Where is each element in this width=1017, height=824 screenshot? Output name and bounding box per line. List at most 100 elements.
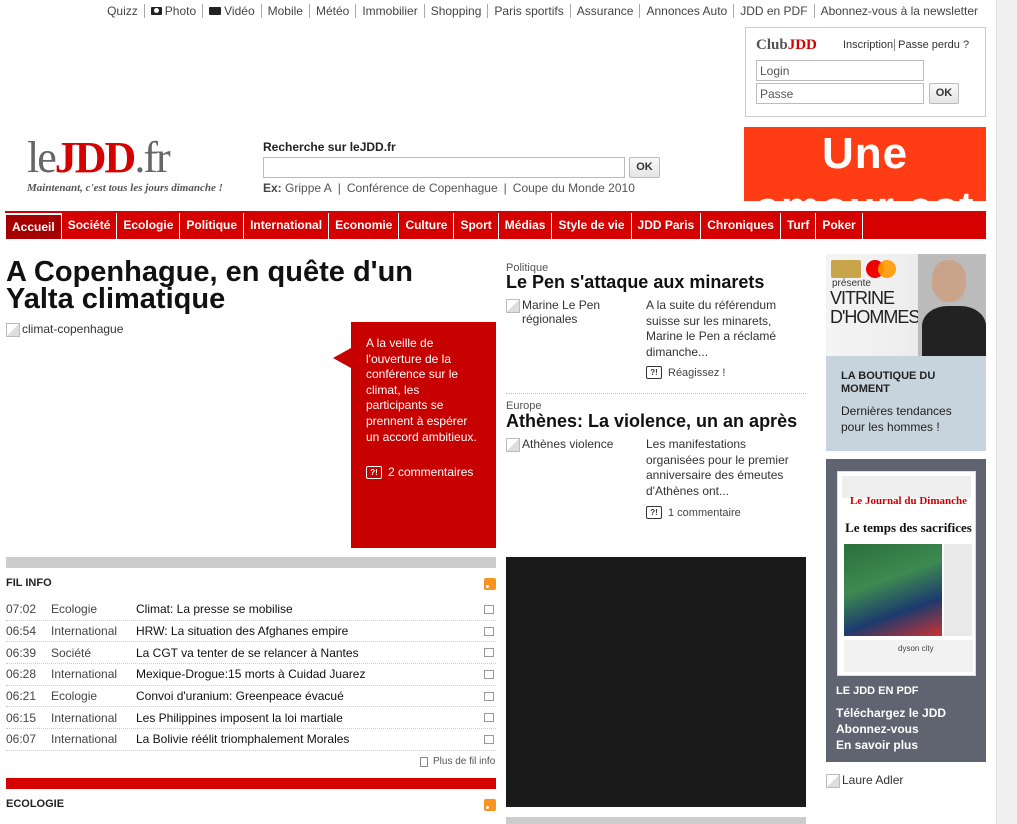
cover-photo bbox=[844, 544, 942, 636]
toplink-video[interactable]: Vidéo bbox=[202, 4, 260, 18]
toplink-photo[interactable]: Photo bbox=[143, 4, 202, 18]
ad-line-2: amour est bbox=[744, 181, 986, 201]
nav-tab-jdd-paris[interactable]: JDD Paris bbox=[632, 213, 702, 239]
nav-tab-ecologie[interactable]: Ecologie bbox=[117, 213, 181, 239]
top-banner-ad[interactable]: Une amour est bbox=[744, 127, 986, 201]
ecologie-title: ECOLOGIE bbox=[6, 798, 65, 810]
camera-icon bbox=[150, 7, 162, 15]
search-example-grippe[interactable]: Grippe A bbox=[285, 181, 332, 195]
toplink-jdd-pdf[interactable]: JDD en PDF bbox=[733, 4, 813, 18]
nav-tab-economie[interactable]: Economie bbox=[329, 213, 400, 239]
passe-perdu-link[interactable]: Passe perdu ? bbox=[894, 39, 970, 51]
story3-comment-link[interactable]: ?! 1 commentaire bbox=[646, 506, 741, 519]
search-example-copenhague[interactable]: Conférence de Copenhague bbox=[347, 181, 498, 195]
laure-adler-image[interactable]: Laure Adler bbox=[826, 773, 903, 788]
toplink-immobilier[interactable]: Immobilier bbox=[355, 4, 423, 18]
story3-comment-label: 1 commentaire bbox=[668, 506, 741, 519]
popup-icon bbox=[484, 734, 494, 744]
toplink-newsletter[interactable]: Abonnez-vous à la newsletter bbox=[813, 4, 984, 18]
nav-tab-medias[interactable]: Médias bbox=[499, 213, 553, 239]
vertical-scrollbar[interactable] bbox=[996, 0, 1017, 824]
club-logo-prefix: Club bbox=[756, 37, 788, 53]
broken-image-icon bbox=[826, 774, 840, 788]
list-item[interactable]: 06:07 International La Bolivie réélit trio… bbox=[6, 729, 496, 751]
fil-headline: La CGT va tenter de se relancer à Nantes bbox=[136, 645, 359, 660]
main-story-image[interactable]: climat-copenhague bbox=[6, 322, 123, 337]
popup-icon bbox=[484, 604, 494, 614]
story3-image-alt: Athènes violence bbox=[522, 437, 614, 451]
login-ok-button[interactable]: OK bbox=[929, 83, 959, 104]
toplink-mobile[interactable]: Mobile bbox=[260, 4, 309, 18]
toplink-quizz[interactable]: Quizz bbox=[101, 4, 144, 18]
section-divider bbox=[6, 557, 496, 568]
main-story-comments-link[interactable]: ?! 2 commentaires bbox=[366, 465, 480, 481]
pdf-more-link[interactable]: En savoir plus bbox=[836, 737, 946, 753]
main-story-summary: A la veille de l'ouverture de la confére… bbox=[366, 336, 477, 444]
story2-comment-link[interactable]: ?! Réagissez ! bbox=[646, 366, 725, 379]
password-field[interactable]: Passe bbox=[756, 83, 924, 104]
broken-image-icon bbox=[506, 438, 520, 452]
inscription-link[interactable]: Inscription bbox=[843, 39, 893, 51]
rss-icon[interactable] bbox=[484, 799, 496, 811]
search-ex-label: Ex: bbox=[263, 181, 282, 195]
logo-brand: JDD bbox=[54, 133, 137, 182]
search-examples: Ex: Grippe A | Conférence de Copenhague | Co… bbox=[263, 181, 635, 195]
popup-icon bbox=[484, 648, 494, 658]
site-slogan: Maintenant, c'est tous les jours dimanch… bbox=[27, 182, 223, 194]
story3-image[interactable]: Athènes violence bbox=[506, 437, 636, 452]
broken-image-icon bbox=[506, 299, 520, 313]
section-divider-red bbox=[6, 778, 496, 789]
list-item[interactable]: 06:15 International Les Philippines impose… bbox=[6, 707, 496, 730]
fil-category: Société bbox=[51, 645, 92, 660]
toplink-meteo[interactable]: Météo bbox=[308, 4, 355, 18]
plus-fil-info-link[interactable]: Plus de fil info bbox=[420, 756, 495, 767]
nav-tab-turf[interactable]: Turf bbox=[781, 213, 817, 239]
main-nav: Accueil Société Ecologie Politique Inter… bbox=[5, 211, 986, 239]
nav-tab-style-de-vie[interactable]: Style de vie bbox=[552, 213, 632, 239]
list-item[interactable]: 06:28 International Mexique-Drogue:15 mort… bbox=[6, 664, 496, 686]
main-story-headline[interactable]: A Copenhague, en quête d'un Yalta climat… bbox=[6, 258, 486, 314]
nav-tab-international[interactable]: International bbox=[244, 213, 330, 239]
boutique-desc: Dernières tendances pour les hommes ! bbox=[841, 404, 952, 434]
vitrine-hommes-ad[interactable]: présente VITRINE D'HOMMES bbox=[826, 254, 986, 356]
toplink-paris-sportifs[interactable]: Paris sportifs bbox=[487, 4, 569, 18]
nav-tab-politique[interactable]: Politique bbox=[180, 213, 245, 239]
nav-tab-accueil[interactable]: Accueil bbox=[5, 213, 62, 239]
nav-tab-poker[interactable]: Poker bbox=[816, 213, 863, 239]
story2-title[interactable]: Le Pen s'attaque aux minarets bbox=[506, 272, 764, 293]
video-player[interactable] bbox=[506, 557, 806, 807]
pdf-title: LE JDD EN PDF bbox=[836, 685, 919, 697]
jdd-cover-image[interactable]: Le Journal du Dimanche Le temps des sacr… bbox=[837, 471, 976, 676]
plus-fil-info-label: Plus de fil info bbox=[433, 756, 496, 767]
list-item[interactable]: 07:02 Ecologie Climat: La presse se mobili… bbox=[6, 599, 496, 621]
main-story-comments-label: 2 commentaires bbox=[388, 465, 474, 480]
broken-image-icon bbox=[6, 323, 20, 337]
nav-tab-chroniques[interactable]: Chroniques bbox=[701, 213, 781, 239]
toplink-annonces-auto[interactable]: Annonces Auto bbox=[639, 4, 733, 18]
fil-time: 07:02 bbox=[6, 602, 37, 617]
list-item[interactable]: 06:39 Société La CGT va tenter de se relan… bbox=[6, 642, 496, 665]
story2-image[interactable]: Marine Le Pen régionales bbox=[506, 298, 636, 326]
pdf-download-link[interactable]: Téléchargez le JDD bbox=[836, 705, 946, 721]
toplink-shopping[interactable]: Shopping bbox=[423, 4, 488, 18]
search-example-coupe[interactable]: Coupe du Monde 2010 bbox=[513, 181, 635, 195]
nav-tab-culture[interactable]: Culture bbox=[399, 213, 455, 239]
boutique-box[interactable]: LA BOUTIQUE DU MOMENT Dernières tendance… bbox=[826, 356, 986, 451]
toplink-video-label: Vidéo bbox=[224, 4, 255, 18]
toplink-photo-label: Photo bbox=[164, 4, 197, 18]
toplink-assurance[interactable]: Assurance bbox=[569, 4, 640, 18]
login-field[interactable]: Login bbox=[756, 60, 924, 81]
page-icon bbox=[420, 756, 428, 767]
search-ok-button[interactable]: OK bbox=[629, 157, 660, 178]
search-input[interactable] bbox=[263, 157, 625, 178]
nav-tab-societe[interactable]: Société bbox=[62, 213, 118, 239]
popup-icon bbox=[484, 691, 494, 701]
rss-icon[interactable] bbox=[484, 578, 496, 590]
nav-tab-sport[interactable]: Sport bbox=[454, 213, 499, 239]
story3-title[interactable]: Athènes: La violence, un an après bbox=[506, 411, 797, 432]
list-item[interactable]: 06:54 International HRW: La situation des … bbox=[6, 621, 496, 643]
pdf-subscribe-link[interactable]: Abonnez-vous bbox=[836, 721, 946, 737]
page: Quizz Photo Vidéo Mobile Météo Immobilie… bbox=[0, 0, 996, 824]
list-item[interactable]: 06:21 Ecologie Convoi d'uranium: Greenpeac… bbox=[6, 686, 496, 708]
site-logo[interactable]: leJDD.fr bbox=[27, 133, 171, 182]
